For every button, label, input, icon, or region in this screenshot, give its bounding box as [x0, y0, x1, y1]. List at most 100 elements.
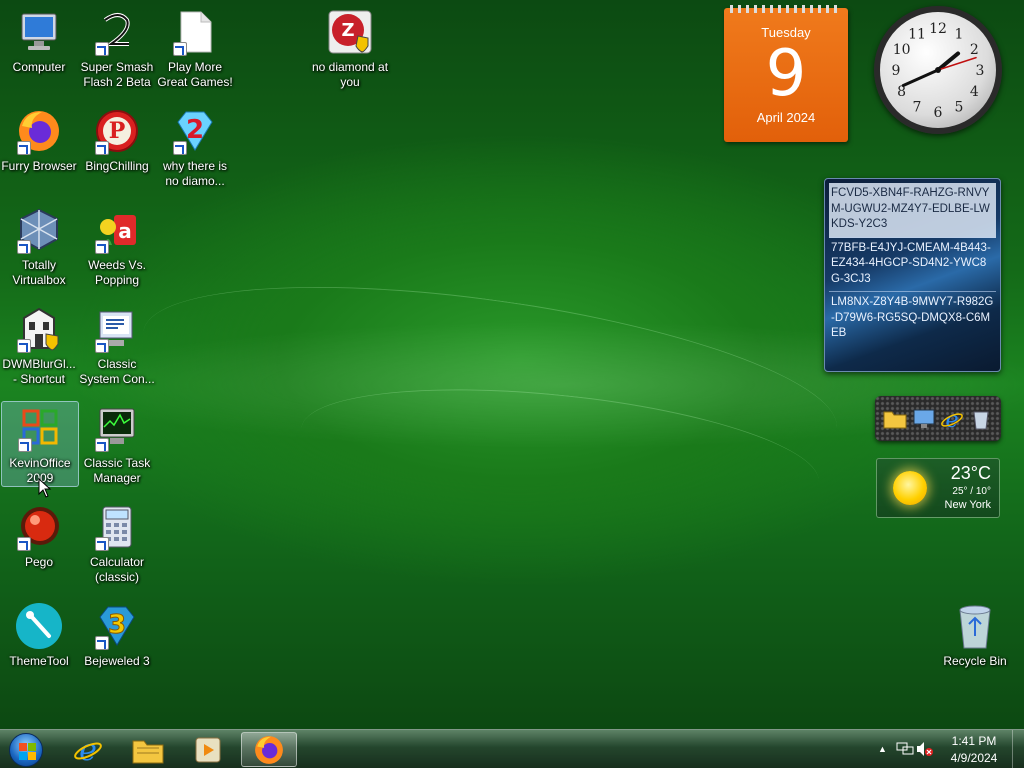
show-hidden-icons-icon[interactable]: ▲: [878, 744, 887, 754]
weather-city: New York: [944, 499, 991, 511]
desktop-icon-pego[interactable]: Pego: [0, 499, 78, 585]
desktop-icon-dwmblur[interactable]: DWMBlurGl... - Shortcut: [0, 301, 78, 387]
virtualbox-icon: [15, 206, 63, 254]
diamond-2-icon: 2: [171, 107, 219, 155]
shortcut-arrow-icon: [95, 141, 109, 155]
product-key-item[interactable]: LM8NX-Z8Y4B-9MWY7-R982G-D79W6-RG5SQ-DMQX…: [829, 292, 996, 346]
clock-numeral: 10: [893, 42, 911, 58]
desktop-icon-ssf2[interactable]: Super Smash Flash 2 Beta: [78, 4, 156, 90]
clock-numeral: 3: [976, 63, 985, 79]
shortcut-arrow-icon: [95, 438, 109, 452]
desktop-icon-label: ThemeTool: [9, 654, 69, 668]
start-button[interactable]: [6, 731, 46, 768]
weather-range: 25° / 10°: [952, 486, 991, 497]
weeds-icon: a: [93, 206, 141, 254]
clock-numeral: 11: [908, 27, 926, 43]
computer-icon: [15, 8, 63, 56]
file-explorer-icon: [132, 740, 164, 763]
network-icon[interactable]: [896, 741, 914, 757]
taskbar-media-player[interactable]: [180, 732, 236, 767]
clock-numeral: 5: [955, 99, 964, 115]
launcher-gadget: e: [875, 396, 1001, 441]
shortcut-arrow-icon: [95, 636, 109, 650]
clock-numeral: 7: [913, 99, 922, 115]
desktop-icon-no-diamond[interactable]: Z no diamond at you: [311, 4, 389, 90]
desktop-icon-label: Super Smash Flash 2 Beta: [80, 60, 154, 89]
recycle-bin-icon: [951, 602, 999, 650]
system-config-icon: [93, 305, 141, 353]
volume-muted-icon[interactable]: [916, 741, 934, 757]
desktop-icon-system-config[interactable]: Classic System Con...: [78, 301, 156, 387]
recycle-bin-icon[interactable]: [969, 407, 993, 431]
desktop-icon-virtualbox[interactable]: Totally Virtualbox: [0, 202, 78, 288]
desktop-icon-calculator[interactable]: Calculator (classic): [78, 499, 156, 585]
taskbar-clock[interactable]: 1:41 PM 4/9/2024: [936, 733, 1012, 767]
network-icon[interactable]: [912, 407, 936, 431]
svg-text:e: e: [79, 734, 97, 766]
desktop-icon-label: Calculator (classic): [89, 555, 145, 584]
desktop-icon-recycle-bin[interactable]: Recycle Bin: [936, 598, 1014, 684]
desktop-icon-label: Recycle Bin: [943, 654, 1007, 668]
mouse-cursor-icon: [38, 478, 52, 498]
shortcut-arrow-icon: [18, 438, 32, 452]
show-desktop-button[interactable]: [1012, 730, 1024, 768]
desktop-icon-bingchilling[interactable]: P BingChilling: [78, 103, 156, 189]
svg-text:P: P: [109, 118, 126, 144]
clock-gadget[interactable]: 1 2 3 4 5 6 7 8 9 10 11 12: [874, 6, 1002, 134]
calendar-day-number: 9: [765, 37, 807, 111]
desktop-icon-computer[interactable]: Computer: [0, 4, 78, 90]
desktop-icon-label: Play More Great Games!: [157, 60, 233, 89]
file-icon: [171, 8, 219, 56]
weather-gadget[interactable]: 23°C 25° / 10° New York: [876, 458, 1000, 518]
system-tray: ▲ 1:41 PM 4/9/2024: [874, 730, 1024, 768]
clock-face: 1234567891011 12: [892, 21, 985, 121]
folder-icon[interactable]: [883, 407, 907, 431]
desktop-icon-label: why there is no diamo...: [162, 159, 228, 188]
svg-text:Z: Z: [341, 20, 354, 41]
clock-numeral: 4: [970, 84, 979, 100]
desktop-icon-label: DWMBlurGl... - Shortcut: [2, 357, 76, 386]
desktop-icon-furry-browser[interactable]: Furry Browser: [0, 103, 78, 189]
desktop-icon-themetool[interactable]: ThemeTool: [0, 598, 78, 684]
desktop-icon-label: Classic System Con...: [79, 357, 155, 386]
shortcut-arrow-icon: [95, 537, 109, 551]
office-icon: [16, 406, 64, 452]
bejeweled-icon: 3: [93, 602, 141, 650]
product-keys-gadget[interactable]: FCVD5-XBN4F-RAHZG-RNVYM-UGWU2-MZ4Y7-EDLB…: [824, 178, 1001, 372]
product-key-item[interactable]: FCVD5-XBN4F-RAHZG-RNVYM-UGWU2-MZ4Y7-EDLB…: [829, 183, 996, 238]
windows-logo-icon: [9, 732, 43, 767]
shortcut-arrow-icon: [17, 240, 31, 254]
ssf2-icon: [93, 8, 141, 56]
taskbar-date: 4/9/2024: [950, 751, 998, 765]
desktop-icon-label: Bejeweled 3: [84, 654, 150, 668]
desktop-icon-why-no-diamond[interactable]: 2 why there is no diamo...: [156, 103, 234, 189]
taskbar-internet-explorer[interactable]: e: [60, 732, 116, 767]
clock-center: [935, 67, 941, 73]
internet-explorer-icon: e: [74, 734, 102, 766]
svg-text:a: a: [118, 219, 132, 243]
calendar-month-year: April 2024: [756, 110, 816, 125]
taskbar-file-explorer[interactable]: [120, 732, 176, 767]
p-logo-icon: P: [93, 107, 141, 155]
taskbar-time: 1:41 PM: [951, 734, 997, 748]
desktop-icon-kevinoffice[interactable]: KevinOffice 2009: [1, 401, 79, 487]
desktop-icon-label: Pego: [24, 555, 54, 569]
desktop-icon-play-more[interactable]: Play More Great Games!: [156, 4, 234, 90]
red-ball-icon: [15, 503, 63, 551]
task-manager-icon: [93, 404, 141, 452]
calendar-gadget[interactable]: Tuesday 9 April 2024: [724, 5, 848, 142]
zip-shield-icon: Z: [326, 8, 374, 56]
taskbar-firefox[interactable]: [241, 732, 297, 767]
svg-text:2: 2: [186, 115, 204, 145]
desktop-icon-task-manager[interactable]: Classic Task Manager: [78, 400, 156, 486]
desktop-icon-label: Classic Task Manager: [83, 456, 151, 485]
shortcut-arrow-icon: [173, 42, 187, 56]
product-key-item[interactable]: 77BFB-E4JYJ-CMEAM-4B443-EZ434-4HGCP-SD4N…: [829, 238, 996, 292]
internet-explorer-icon[interactable]: e: [940, 407, 964, 431]
calendar-rings: [730, 5, 842, 13]
shortcut-arrow-icon: [17, 537, 31, 551]
desktop-icon-label: Computer: [12, 60, 66, 74]
desktop-icon-weeds[interactable]: a Weeds Vs. Popping: [78, 202, 156, 288]
themetool-icon: [15, 602, 63, 650]
desktop-icon-bejeweled[interactable]: 3 Bejeweled 3: [78, 598, 156, 684]
